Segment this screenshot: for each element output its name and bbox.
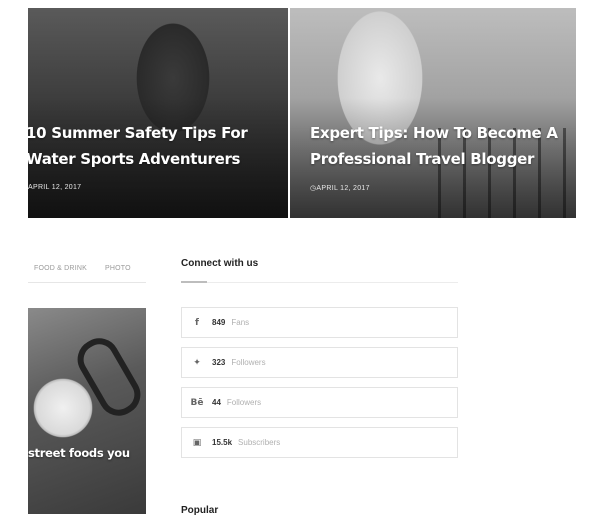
connect-widget-title: Connect with us bbox=[181, 258, 259, 269]
social-link-behance[interactable]: Bē 44 Followers bbox=[181, 387, 458, 418]
social-link-youtube[interactable]: ▣ 15.5k Subscribers bbox=[181, 427, 458, 458]
post-title[interactable]: street foods you bbox=[28, 446, 130, 460]
tab-photo[interactable]: PHOTO bbox=[99, 265, 131, 272]
social-label: Followers bbox=[226, 398, 262, 407]
featured-post-title[interactable]: 10 Summer Safety Tips For Water Sports A… bbox=[28, 120, 276, 172]
social-count: 44 bbox=[212, 398, 221, 407]
behance-icon: Bē bbox=[190, 397, 204, 408]
category-tabs: FOOD & DRINK PHOTO bbox=[28, 254, 146, 283]
social-link-twitter[interactable]: ✦ 323 Followers bbox=[181, 347, 458, 378]
social-count: 323 bbox=[212, 358, 226, 367]
social-link-facebook[interactable]: f 849 Fans bbox=[181, 307, 458, 338]
youtube-icon: ▣ bbox=[192, 437, 202, 448]
popular-widget-title: Popular bbox=[181, 505, 219, 516]
date-text: APRIL 12, 2017 bbox=[316, 185, 370, 192]
post-card[interactable]: street foods you bbox=[28, 308, 146, 514]
social-label: Subscribers bbox=[238, 438, 281, 447]
featured-post-card[interactable]: 10 Summer Safety Tips For Water Sports A… bbox=[28, 8, 288, 218]
featured-post-date: ◷APRIL 12, 2017 bbox=[310, 184, 370, 192]
social-label: Fans bbox=[231, 318, 250, 327]
twitter-icon: ✦ bbox=[193, 357, 201, 368]
tab-food-drink[interactable]: FOOD & DRINK bbox=[28, 265, 87, 272]
coffee-cup-illustration bbox=[70, 330, 146, 424]
featured-post-card[interactable]: Expert Tips: How To Become A Professiona… bbox=[290, 8, 576, 218]
featured-post-title[interactable]: Expert Tips: How To Become A Professiona… bbox=[310, 120, 560, 172]
social-count: 849 bbox=[212, 318, 226, 327]
widget-title-divider bbox=[181, 281, 458, 283]
social-count: 15.5k bbox=[212, 438, 233, 447]
featured-post-date: APRIL 12, 2017 bbox=[28, 184, 82, 191]
social-label: Followers bbox=[231, 358, 266, 367]
facebook-icon: f bbox=[195, 317, 199, 328]
